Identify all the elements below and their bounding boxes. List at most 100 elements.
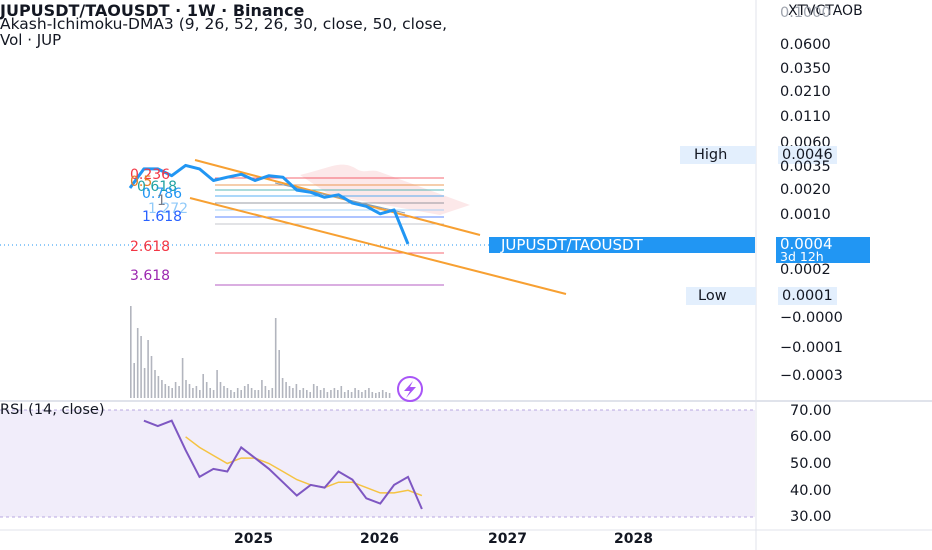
rsi-legend[interactable]: RSI (14, close) [0, 402, 105, 418]
volume-bar [381, 390, 384, 398]
fib-label: 1.618 [142, 209, 183, 225]
volume-bar [195, 386, 198, 398]
volume-bar [337, 390, 339, 398]
volume-bar [388, 393, 391, 398]
volume-bar [185, 380, 187, 398]
volume-bar [343, 392, 346, 398]
volume-bar [309, 392, 311, 398]
volume-bar [378, 392, 380, 398]
volume-bar [167, 386, 170, 398]
time-tick: 2026 [360, 531, 399, 547]
volume-bar [143, 368, 146, 398]
volume-bar [181, 358, 184, 398]
volume-bar [230, 390, 232, 398]
time-tick: 2027 [488, 531, 527, 547]
low-label: Low [686, 287, 756, 305]
volume-bar [274, 318, 277, 398]
volume-bar [178, 386, 180, 398]
price-tick: 0.0010 [780, 207, 831, 223]
volume-bar [340, 386, 343, 398]
volume-bar [250, 388, 253, 398]
volume-bar [281, 378, 284, 398]
current-price-box: 0.0004 3d 12h [776, 237, 870, 263]
volume-bar [216, 370, 218, 398]
volume-bar [161, 380, 163, 398]
volume-bars [130, 306, 391, 398]
rsi-tick: 70.00 [790, 403, 832, 419]
volume-bar [202, 374, 204, 398]
current-symbol-label: JUPUSDT/TAOUSDT [489, 237, 755, 253]
volume-bar [319, 390, 322, 398]
volume-bar [174, 382, 177, 398]
volume-bar [154, 370, 156, 398]
volume-bar [150, 356, 153, 398]
rsi-tick: 40.00 [790, 483, 832, 499]
lightning-icon[interactable] [397, 376, 423, 402]
volume-bar [209, 388, 211, 398]
indicator-legend[interactable]: Akash-Ichimoku-DMA3 (9, 26, 52, 26, 30, … [0, 15, 447, 33]
volume-bar [205, 382, 208, 398]
volume-bar [188, 384, 191, 398]
price-tick: −0.0003 [780, 368, 843, 384]
volume-bar [243, 386, 246, 398]
rsi-tick: 60.00 [790, 429, 832, 445]
low-price-label: 0.0001 [778, 287, 837, 305]
price-tick: 0.0002 [780, 262, 831, 278]
rsi-tick: 50.00 [790, 456, 832, 472]
volume-bar [354, 388, 356, 398]
volume-bar [192, 388, 194, 398]
volume-bar [302, 388, 305, 398]
rsi-band [0, 410, 755, 517]
volume-bar [288, 386, 291, 398]
volume-bar [257, 390, 260, 398]
volume-bar [350, 392, 353, 398]
volume-bar [247, 384, 249, 398]
volume-bar [375, 393, 377, 398]
price-tick: 0.0600 [780, 37, 831, 53]
volume-bar [357, 390, 360, 398]
volume-bar [212, 390, 215, 398]
fib-label: 3.618 [130, 268, 171, 284]
volume-bar [157, 376, 160, 398]
volume-bar [368, 388, 370, 398]
volume-bar [199, 390, 201, 398]
volume-bar [268, 390, 270, 398]
volume-bar [364, 390, 367, 398]
volume-bar [347, 390, 349, 398]
rsi-tick: 30.00 [790, 509, 832, 525]
fib-label: 2.618 [130, 239, 171, 255]
volume-bar [264, 386, 267, 398]
volume-bar [133, 363, 135, 398]
price-tick: 0.1000 [780, 5, 831, 21]
volume-bar [333, 388, 336, 398]
volume-legend[interactable]: Vol · JUP [0, 31, 61, 49]
time-tick: 2028 [614, 531, 653, 547]
volume-bar [323, 388, 325, 398]
price-tick: −0.0001 [780, 340, 843, 356]
volume-bar [240, 390, 242, 398]
volume-bar [219, 382, 222, 398]
price-tick: 0.0350 [780, 61, 831, 77]
volume-bar [278, 350, 280, 398]
volume-bar [326, 392, 329, 398]
volume-bar [233, 392, 236, 398]
price-tick: −0.0000 [780, 310, 843, 326]
volume-bar [236, 388, 239, 398]
volume-bar [164, 384, 167, 398]
time-tick: 2025 [234, 531, 273, 547]
volume-bar [292, 388, 294, 398]
volume-bar [130, 306, 132, 398]
volume-bar [295, 384, 298, 398]
volume-bar [140, 336, 142, 398]
price-tick: 0.0210 [780, 84, 831, 100]
volume-bar [171, 388, 173, 398]
volume-bar [330, 390, 332, 398]
volume-bar [361, 392, 363, 398]
high-label: High [680, 146, 756, 164]
volume-bar [312, 384, 315, 398]
volume-bar [299, 390, 301, 398]
price-tick: 0.0035 [780, 159, 831, 175]
volume-bar [271, 388, 274, 398]
volume-bar [136, 328, 139, 398]
volume-bar [226, 388, 229, 398]
